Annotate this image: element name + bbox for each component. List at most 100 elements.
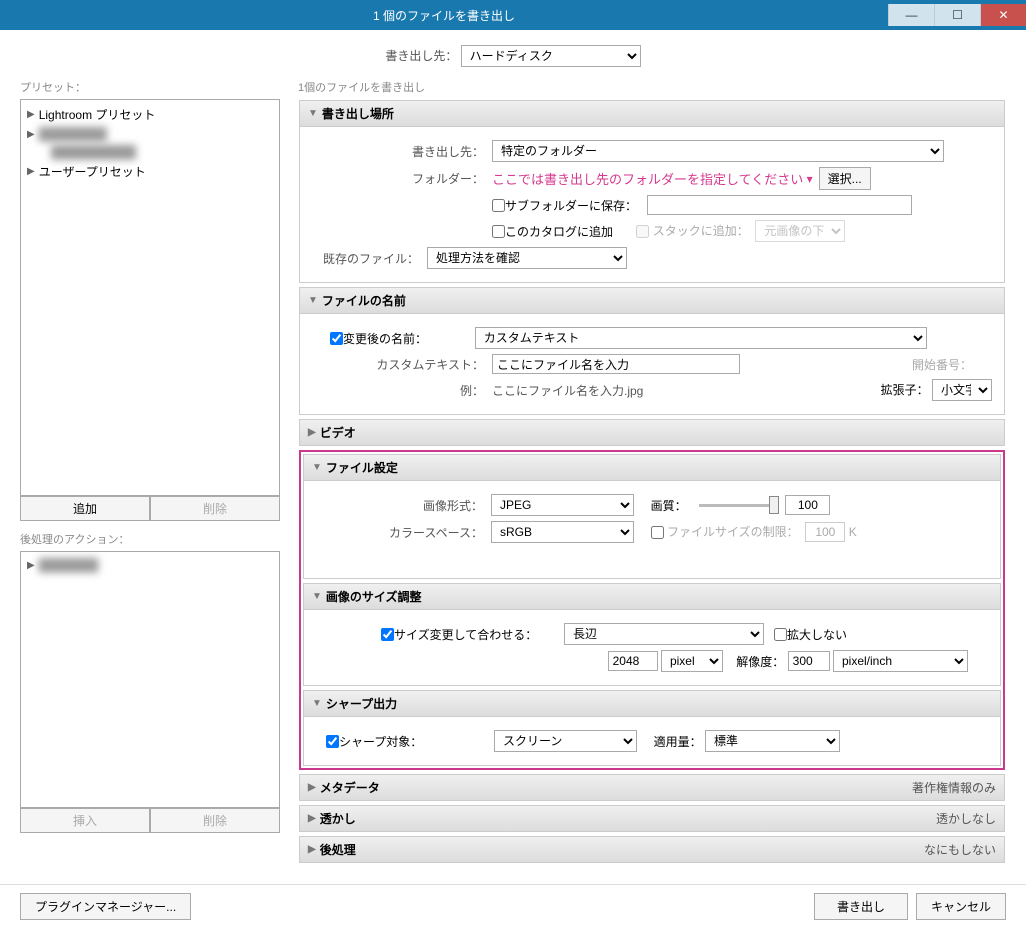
postactions-list[interactable]: ▶ ███████ — [20, 551, 280, 808]
export-to-label: 書き出し先： — [385, 49, 457, 63]
export-button[interactable]: 書き出し — [814, 893, 908, 920]
folder-label: フォルダー： — [312, 170, 492, 187]
panel-output-sharpening: ▼シャープ出力 シャープ対象：スクリーン 適用量： 標準 — [303, 690, 1001, 766]
panel-postprocess: ▶後処理なにもしない — [299, 836, 1005, 863]
collapse-icon: ▼ — [312, 462, 322, 473]
dont-enlarge-checkbox[interactable] — [774, 628, 787, 641]
panel-header-postprocess[interactable]: ▶後処理なにもしない — [300, 837, 1004, 862]
insert-action-button[interactable]: 挿入 — [20, 808, 150, 833]
format-label: 画像形式： — [316, 497, 491, 514]
limit-checkbox[interactable] — [651, 526, 664, 539]
tree-expand-icon: ▶ — [27, 129, 35, 140]
sharpen-for-select[interactable]: スクリーン — [494, 730, 637, 752]
choose-folder-button[interactable]: 選択... — [819, 167, 871, 190]
sharpen-checkbox[interactable] — [326, 735, 339, 748]
custom-text-label: カスタムテキスト： — [312, 356, 492, 373]
maximize-button[interactable]: ☐ — [934, 4, 980, 26]
stack-select: 元画像の下 — [755, 220, 845, 242]
window-title: 1 個のファイルを書き出し — [0, 7, 888, 24]
amount-select[interactable]: 標準 — [705, 730, 840, 752]
panel-export-location: ▼書き出し場所 書き出し先：特定のフォルダー フォルダー：ここでは書き出し先のフ… — [299, 100, 1005, 283]
stack-checkbox — [636, 225, 649, 238]
expand-icon: ▶ — [308, 813, 316, 824]
ext-label: 拡張子： — [881, 383, 929, 397]
naming-template-select[interactable]: カスタムテキスト — [475, 327, 927, 349]
postaction-item[interactable]: ▶ ███████ — [21, 556, 279, 574]
colorspace-select[interactable]: sRGB — [491, 521, 634, 543]
resolution-unit-select[interactable]: pixel/inch — [833, 650, 968, 672]
close-button[interactable]: ✕ — [980, 4, 1026, 26]
export-count-label: 1個のファイルを書き出し — [298, 79, 1006, 95]
panel-header-metadata[interactable]: ▶メタデータ著作権情報のみ — [300, 775, 1004, 800]
format-select[interactable]: JPEG — [491, 494, 634, 516]
postprocess-summary: なにもしない — [924, 841, 996, 858]
tree-expand-icon: ▶ — [27, 109, 35, 120]
ext-select[interactable]: 小文字 — [932, 379, 992, 401]
rename-checkbox[interactable] — [330, 332, 343, 345]
colorspace-label: カラースペース： — [316, 524, 491, 541]
start-number-label: 開始番号： — [912, 356, 992, 373]
panel-header-sharpen[interactable]: ▼シャープ出力 — [304, 691, 1000, 717]
size-unit-select[interactable]: pixel — [661, 650, 723, 672]
panel-header-video[interactable]: ▶ビデオ — [300, 420, 1004, 445]
size-input[interactable] — [608, 651, 658, 671]
remove-action-button[interactable]: 削除 — [150, 808, 280, 833]
preset-item[interactable]: ▶ ████████ — [21, 125, 279, 143]
existing-files-select[interactable]: 処理方法を確認 — [427, 247, 627, 269]
quality-label: 画質： — [651, 497, 687, 514]
preset-item[interactable]: ▶ ユーザープリセット — [21, 161, 279, 182]
panel-metadata: ▶メタデータ著作権情報のみ — [299, 774, 1005, 801]
panel-header-sizing[interactable]: ▼画像のサイズ調整 — [304, 584, 1000, 610]
amount-label: 適用量： — [654, 733, 702, 750]
postactions-label: 後処理のアクション： — [20, 531, 280, 547]
existing-files-label: 既存のファイル： — [312, 250, 427, 267]
resize-checkbox[interactable] — [381, 628, 394, 641]
example-label: 例： — [312, 382, 492, 399]
quality-input[interactable] — [785, 495, 830, 515]
panel-video: ▶ビデオ — [299, 419, 1005, 446]
tree-expand-icon: ▶ — [27, 166, 35, 177]
titlebar: 1 個のファイルを書き出し — ☐ ✕ — [0, 0, 1026, 30]
expand-icon: ▶ — [308, 427, 316, 438]
panel-header-filesettings[interactable]: ▼ファイル設定 — [304, 455, 1000, 481]
expand-icon: ▶ — [308, 844, 316, 855]
plugin-manager-button[interactable]: プラグインマネージャー... — [20, 893, 191, 920]
remove-preset-button[interactable]: 削除 — [150, 496, 280, 521]
collapse-icon: ▼ — [312, 698, 322, 709]
watermark-summary: 透かしなし — [936, 810, 996, 827]
subfolder-checkbox[interactable] — [492, 199, 505, 212]
presets-label: プリセット： — [20, 79, 280, 95]
panel-header-location[interactable]: ▼書き出し場所 — [300, 101, 1004, 127]
custom-text-input[interactable] — [492, 354, 740, 374]
collapse-icon: ▼ — [312, 591, 322, 602]
panel-header-watermark[interactable]: ▶透かし透かしなし — [300, 806, 1004, 831]
limit-input — [805, 522, 845, 542]
tree-expand-icon: ▶ — [27, 560, 35, 571]
panel-watermark: ▶透かし透かしなし — [299, 805, 1005, 832]
quality-slider[interactable] — [699, 504, 779, 507]
resolution-label: 解像度： — [736, 653, 784, 670]
expand-icon: ▶ — [308, 782, 316, 793]
resolution-input[interactable] — [788, 651, 830, 671]
subfolder-input[interactable] — [647, 195, 912, 215]
cancel-button[interactable]: キャンセル — [916, 893, 1006, 920]
add-preset-button[interactable]: 追加 — [20, 496, 150, 521]
location-export-to-select[interactable]: 特定のフォルダー — [492, 140, 944, 162]
collapse-icon: ▼ — [308, 295, 318, 306]
preset-item[interactable]: ██████████ — [21, 143, 279, 161]
folder-path-text: ここでは書き出し先のフォルダーを指定してください — [492, 169, 803, 188]
panel-image-sizing: ▼画像のサイズ調整 サイズ変更して合わせる： 長辺 拡大しない pixel 解像… — [303, 583, 1001, 686]
fit-select[interactable]: 長辺 — [564, 623, 764, 645]
panel-file-settings: ▼ファイル設定 画像形式：JPEG 画質： カラースペース：sRGB ファイルサ… — [303, 454, 1001, 579]
export-to-select[interactable]: ハードディスク — [461, 45, 641, 67]
panel-file-naming: ▼ファイルの名前 変更後の名前： カスタムテキスト カスタムテキスト：開始番号：… — [299, 287, 1005, 415]
example-value: ここにファイル名を入力.jpg — [492, 382, 643, 399]
collapse-icon: ▼ — [308, 108, 318, 119]
presets-list[interactable]: ▶ Lightroom プリセット ▶ ████████ ██████████ … — [20, 99, 280, 496]
preset-item[interactable]: ▶ Lightroom プリセット — [21, 104, 279, 125]
metadata-summary: 著作権情報のみ — [912, 779, 996, 796]
location-export-to-label: 書き出し先： — [312, 143, 492, 160]
minimize-button[interactable]: — — [888, 4, 934, 26]
catalog-checkbox[interactable] — [492, 225, 505, 238]
panel-header-naming[interactable]: ▼ファイルの名前 — [300, 288, 1004, 314]
